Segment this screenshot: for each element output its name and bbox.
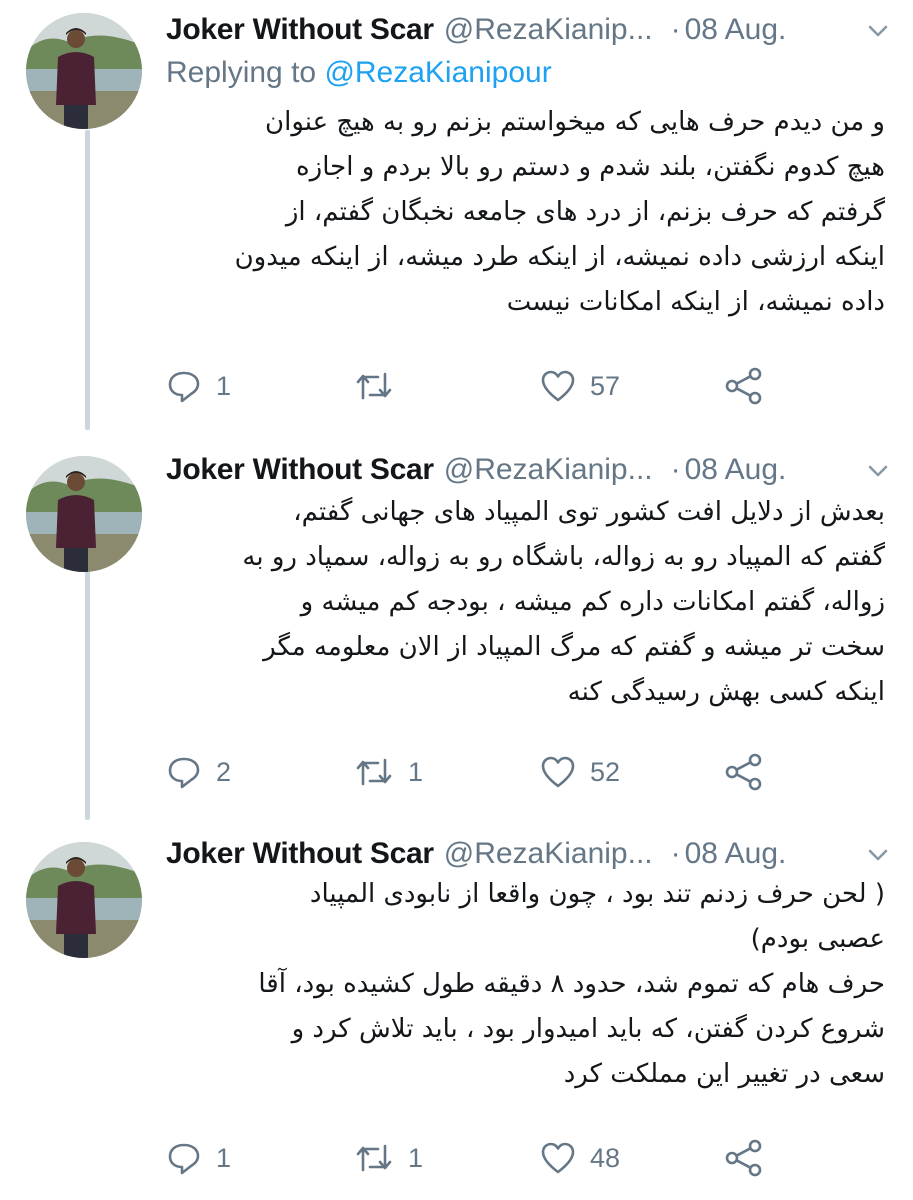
tweet-text-line: گرفتم که حرف بزنم، از درد های جامعه نخبگ… <box>285 197 885 227</box>
tweet-text-line: شروع کردن گفتن، که باید امیدوار بود ، با… <box>291 1014 885 1044</box>
retweet-icon <box>356 758 392 786</box>
like-count: 52 <box>590 756 621 787</box>
reply-button[interactable]: 1 <box>166 366 231 406</box>
share-button[interactable] <box>724 366 764 406</box>
tweet-text-line: اینکه کسی بهش رسیدگی کنه <box>567 677 885 707</box>
retweet-count: 1 <box>408 756 424 787</box>
tweet[interactable]: Joker Without Scar @RezaKianip... · 08 A… <box>0 820 913 1200</box>
thread-connector-line <box>85 130 90 430</box>
like-count: 48 <box>590 1142 621 1173</box>
avatar[interactable] <box>26 13 142 129</box>
reply-icon <box>168 757 200 789</box>
tweet-text-line: اینکه ارزشی داده نمیشه، از اینکه طرد میش… <box>234 242 885 272</box>
tweet-text-line: سعی در تغییر این مملکت کرد <box>563 1059 885 1089</box>
reply-icon <box>168 1143 200 1175</box>
tweet-text-line: حرف هام که تموم شد، حدود ۸ دقیقه طول کشی… <box>258 969 885 999</box>
retweet-icon <box>356 1144 392 1172</box>
tweet-thread: Joker Without Scar @RezaKianip... · 08 A… <box>0 0 913 1200</box>
author-handle[interactable]: @RezaKianip... <box>444 453 653 487</box>
retweet-button[interactable] <box>354 366 408 406</box>
chevron-down-icon[interactable] <box>867 460 889 482</box>
tweet-text-line: گفتم که المپیاد رو به زواله، باشگاه رو ب… <box>242 542 885 572</box>
tweet-text-line: و من دیدم حرف هایی که میخواستم بزنم رو ب… <box>265 107 885 137</box>
tweet-text: و من دیدم حرف هایی که میخواستم بزنم رو ب… <box>166 100 885 325</box>
retweet-icon <box>356 372 392 400</box>
share-icon <box>725 753 762 791</box>
share-button[interactable] <box>724 1138 764 1178</box>
retweet-button[interactable]: 1 <box>354 752 423 792</box>
like-count: 57 <box>590 370 621 401</box>
tweet[interactable]: Joker Without Scar @RezaKianip... · 08 A… <box>0 0 913 430</box>
avatar[interactable] <box>26 842 142 958</box>
like-button[interactable]: 57 <box>540 366 620 406</box>
like-button[interactable]: 48 <box>540 1138 620 1178</box>
tweet-text-line: سخت تر میشه و گفتم که مرگ المپیاد از الا… <box>263 632 885 662</box>
chevron-down-icon[interactable] <box>867 20 889 42</box>
like-button[interactable]: 52 <box>540 752 620 792</box>
tweet-actions: 1 1 48 <box>166 1138 786 1178</box>
tweet-header: Joker Without Scar @RezaKianip... · 08 A… <box>166 8 893 52</box>
share-icon <box>725 1139 762 1177</box>
author-name[interactable]: Joker Without Scar <box>166 13 434 47</box>
tweet-text-line: ( لحن حرف زدنم تند بود ، چون واقعا از نا… <box>309 879 885 909</box>
tweet-header: Joker Without Scar @RezaKianip... · 08 A… <box>166 832 893 876</box>
replying-to: Replying to @RezaKianipour <box>166 56 552 90</box>
tweet-actions: 1 57 <box>166 366 786 406</box>
reply-count: 1 <box>216 370 232 401</box>
author-name[interactable]: Joker Without Scar <box>166 837 434 871</box>
retweet-count: 1 <box>408 1142 424 1173</box>
tweet[interactable]: Joker Without Scar @RezaKianip... · 08 A… <box>0 430 913 820</box>
tweet-date[interactable]: 08 Aug. <box>685 13 787 47</box>
author-name[interactable]: Joker Without Scar <box>166 453 434 487</box>
tweet-text-line: هیچ کدوم نگفتن، بلند شدم و دستم رو بالا … <box>296 152 885 182</box>
replying-prefix: Replying to <box>166 56 317 89</box>
author-handle[interactable]: @RezaKianip... <box>444 837 653 871</box>
author-handle[interactable]: @RezaKianip... <box>444 13 653 47</box>
heart-icon <box>541 1142 575 1174</box>
share-button[interactable] <box>724 752 764 792</box>
reply-button[interactable]: 2 <box>166 752 231 792</box>
reply-button[interactable]: 1 <box>166 1138 231 1178</box>
tweet-text-line: زواله، گفتم امکانات داره کم میشه ، بودجه… <box>300 587 885 617</box>
heart-icon <box>541 756 575 788</box>
tweet-header: Joker Without Scar @RezaKianip... · 08 A… <box>166 448 893 492</box>
reply-count: 1 <box>216 1142 232 1173</box>
separator-dot: · <box>670 453 681 486</box>
tweet-text-line: بعدش از دلایل افت کشور توی المپیاد های ج… <box>293 497 885 527</box>
share-icon <box>725 367 762 405</box>
replying-mention-link[interactable]: @RezaKianipour <box>324 56 551 89</box>
tweet-text-line: داده نمیشه، از اینکه امکانات نیست <box>506 287 885 317</box>
retweet-button[interactable]: 1 <box>354 1138 423 1178</box>
chevron-down-icon[interactable] <box>867 844 889 866</box>
separator-dot: · <box>670 837 681 870</box>
tweet-text-line: عصبی بودم) <box>750 924 885 954</box>
tweet-text: ( لحن حرف زدنم تند بود ، چون واقعا از نا… <box>166 872 885 1097</box>
tweet-date[interactable]: 08 Aug. <box>685 453 787 487</box>
avatar[interactable] <box>26 456 142 572</box>
reply-count: 2 <box>216 756 232 787</box>
tweet-text: بعدش از دلایل افت کشور توی المپیاد های ج… <box>166 490 885 715</box>
reply-icon <box>168 371 200 403</box>
separator-dot: · <box>670 13 681 46</box>
tweet-date[interactable]: 08 Aug. <box>685 837 787 871</box>
tweet-actions: 2 1 52 <box>166 752 786 792</box>
thread-connector-line <box>85 570 90 820</box>
heart-icon <box>541 370 575 402</box>
